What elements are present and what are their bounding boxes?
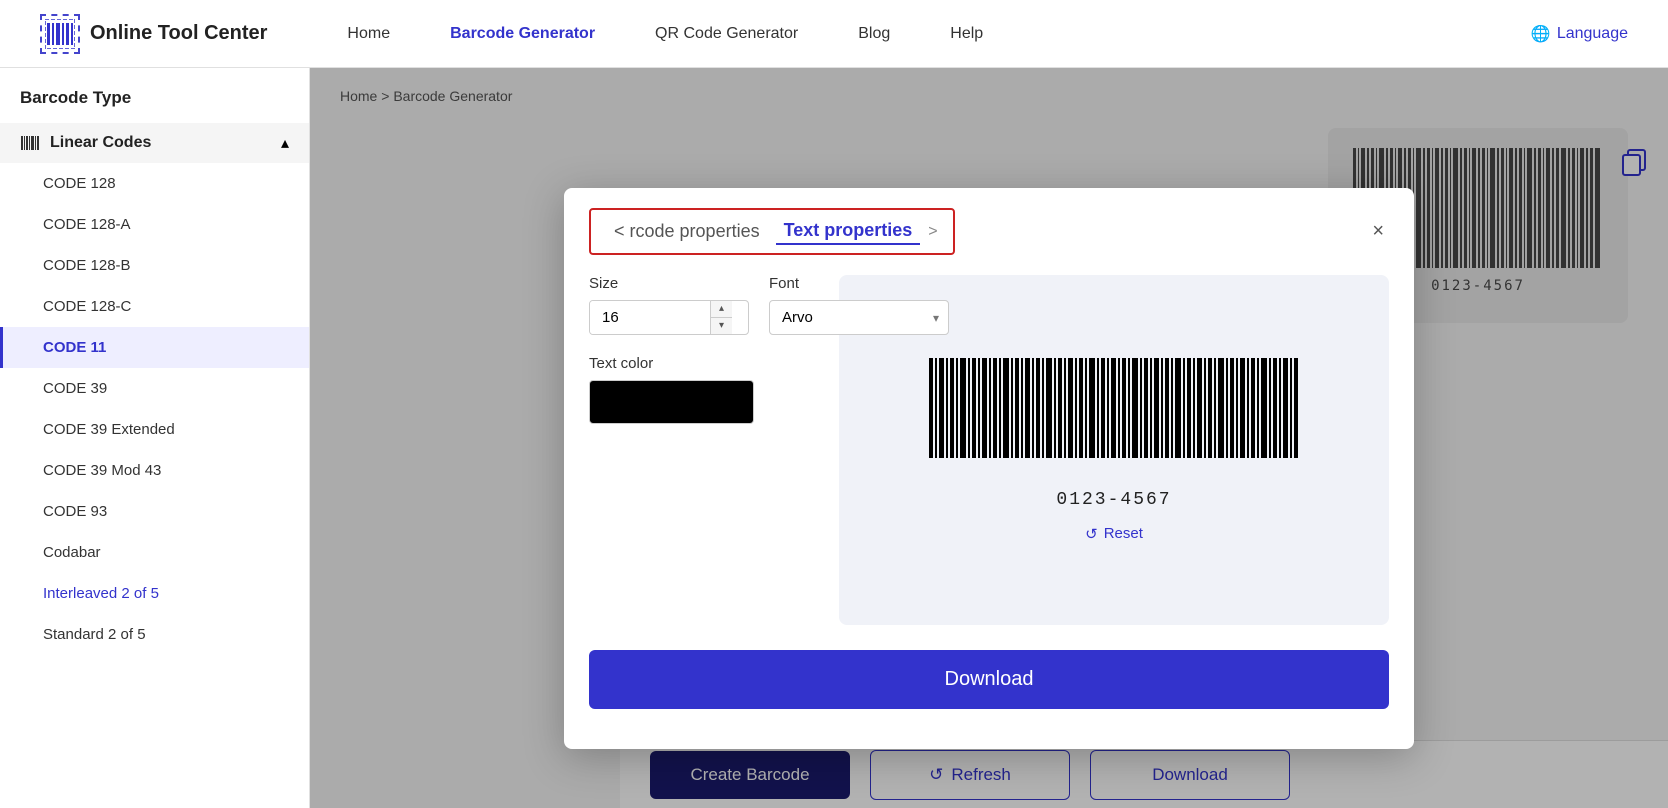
nav-qr-code-generator[interactable]: QR Code Generator <box>655 25 798 43</box>
sidebar-item-codabar[interactable]: Codabar <box>0 532 309 573</box>
globe-icon: 🌐 <box>1531 24 1551 44</box>
size-spinners: ▴ ▾ <box>710 301 732 334</box>
nav-blog[interactable]: Blog <box>858 25 890 43</box>
logo-text: Online Tool Center <box>90 22 267 45</box>
sidebar-item-code39mod43[interactable]: CODE 39 Mod 43 <box>0 450 309 491</box>
sidebar-item-code128c[interactable]: CODE 128-C <box>0 286 309 327</box>
size-increment-button[interactable]: ▴ <box>711 301 732 318</box>
modal-close-button[interactable]: × <box>1367 215 1389 248</box>
sidebar-item-standard25[interactable]: Standard 2 of 5 <box>0 614 309 655</box>
sidebar-item-code128b[interactable]: CODE 128-B <box>0 245 309 286</box>
logo-icon <box>40 14 80 54</box>
chevron-up-icon: ▴ <box>281 133 289 153</box>
language-button[interactable]: 🌐 Language <box>1531 24 1628 44</box>
modal-barcode-svg <box>924 358 1304 478</box>
header: Online Tool Center Home Barcode Generato… <box>0 0 1668 68</box>
sidebar-item-code128a[interactable]: CODE 128-A <box>0 204 309 245</box>
text-color-label: Text color <box>589 355 809 372</box>
modal-body: Size ▴ ▾ Font <box>564 255 1414 625</box>
sidebar-section-label: Linear Codes <box>50 134 151 152</box>
barcode-value-label: 0123-4567 <box>1056 490 1171 510</box>
sidebar-item-code128[interactable]: CODE 128 <box>0 163 309 204</box>
nav-help[interactable]: Help <box>950 25 983 43</box>
reset-label: Reset <box>1104 525 1143 542</box>
sidebar-section-linear-codes[interactable]: Linear Codes ▴ <box>0 123 309 163</box>
logo-area: Online Tool Center <box>40 14 267 54</box>
barcode-icon <box>20 133 40 153</box>
reset-button[interactable]: ↺ Reset <box>1085 525 1143 543</box>
tab-text-properties[interactable]: Text properties <box>776 218 921 245</box>
sidebar-item-code39ext[interactable]: CODE 39 Extended <box>0 409 309 450</box>
modal-controls: Size ▴ ▾ Font <box>589 275 809 625</box>
sidebar-item-code39[interactable]: CODE 39 <box>0 368 309 409</box>
text-color-picker[interactable] <box>589 380 754 424</box>
tab-barcode-properties[interactable]: < rcode properties <box>606 219 768 244</box>
modal-tabs: < rcode properties Text properties > <box>589 208 955 255</box>
language-label: Language <box>1557 25 1628 43</box>
main-layout: Barcode Type Linear Codes ▴ CODE 128 COD… <box>0 68 1668 808</box>
size-input[interactable] <box>590 301 710 334</box>
font-select-wrapper: Arvo Arial Courier New Helvetica Times N… <box>769 300 949 335</box>
size-label: Size <box>589 275 749 292</box>
nav-home[interactable]: Home <box>347 25 390 43</box>
sidebar: Barcode Type Linear Codes ▴ CODE 128 COD… <box>0 68 310 808</box>
reset-icon: ↺ <box>1085 525 1098 543</box>
modal-download-button[interactable]: Download <box>589 650 1389 709</box>
content-area: Home > Barcode Generator <box>310 68 1668 808</box>
modal-header: < rcode properties Text properties > × <box>564 188 1414 255</box>
sidebar-title: Barcode Type <box>0 88 309 123</box>
size-input-wrapper: ▴ ▾ <box>589 300 749 335</box>
modal-dialog: < rcode properties Text properties > × S… <box>564 188 1414 749</box>
tab-next-arrow[interactable]: > <box>928 223 937 241</box>
main-nav: Home Barcode Generator QR Code Generator… <box>347 25 1530 43</box>
sidebar-item-code11[interactable]: CODE 11 <box>0 327 309 368</box>
size-decrement-button[interactable]: ▾ <box>711 318 732 334</box>
sidebar-item-code93[interactable]: CODE 93 <box>0 491 309 532</box>
font-select[interactable]: Arvo Arial Courier New Helvetica Times N… <box>769 300 949 335</box>
nav-barcode-generator[interactable]: Barcode Generator <box>450 25 595 43</box>
sidebar-item-interleaved25[interactable]: Interleaved 2 of 5 <box>0 573 309 614</box>
